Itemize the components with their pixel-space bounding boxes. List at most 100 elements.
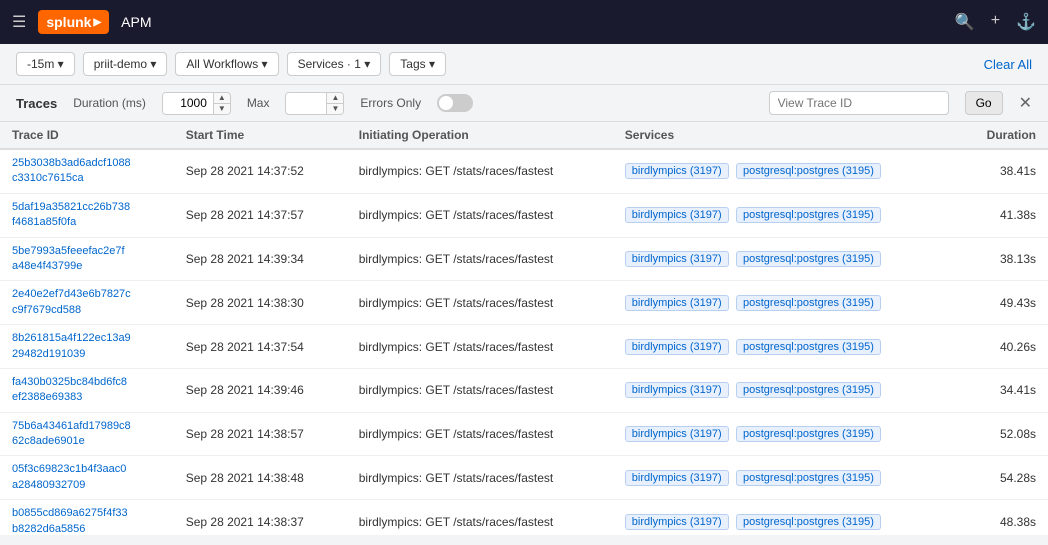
max-label: Max	[247, 96, 270, 110]
trace-id-cell: 8b261815a4f122ec13a929482d191039	[0, 325, 174, 369]
trace-id-link[interactable]: 2e40e2ef7d43e6b7827cc9f7679cd588	[12, 287, 162, 318]
start-time-cell: Sep 28 2021 14:37:57	[174, 193, 347, 237]
service-badge-1: birdlympics (3197)	[625, 163, 729, 179]
duration-cell: 49.43s	[959, 281, 1048, 325]
duration-cell: 38.13s	[959, 237, 1048, 281]
search-icon[interactable]: 🔍	[955, 12, 975, 32]
table-row: 05f3c69823c1b4f3aac0a28480932709 Sep 28 …	[0, 456, 1048, 500]
start-time-cell: Sep 28 2021 14:39:46	[174, 368, 347, 412]
service-badge-1: birdlympics (3197)	[625, 251, 729, 267]
max-spinners: ▲ ▼	[326, 93, 343, 114]
environment-filter[interactable]: priit-demo ▾	[83, 52, 168, 76]
table-row: 5be7993a5feeefac2e7fa48e4f43799e Sep 28 …	[0, 237, 1048, 281]
services-filter[interactable]: Services · 1 ▾	[287, 52, 382, 76]
start-time-cell: Sep 28 2021 14:38:37	[174, 500, 347, 535]
trace-id-link[interactable]: 8b261815a4f122ec13a929482d191039	[12, 331, 162, 362]
trace-id-link[interactable]: 5daf19a35821cc26b738f4681a85f0fa	[12, 200, 162, 231]
trace-id-cell: fa430b0325bc84bd6fc8ef2388e69383	[0, 368, 174, 412]
services-cell: birdlympics (3197) postgresql:postgres (…	[613, 500, 959, 535]
table-body: 25b3038b3ad6adcf1088c3310c7615ca Sep 28 …	[0, 149, 1048, 535]
duration-cell: 34.41s	[959, 368, 1048, 412]
table-row: b0855cd869a6275f4f33b8282d6a5856 Sep 28 …	[0, 500, 1048, 535]
splunk-logo: splunk ▶	[38, 10, 109, 34]
col-start-time: Start Time	[174, 122, 347, 149]
col-duration: Duration	[959, 122, 1048, 149]
duration-cell: 41.38s	[959, 193, 1048, 237]
time-range-label: -15m ▾	[27, 57, 64, 71]
service-badge-1: birdlympics (3197)	[625, 514, 729, 530]
col-trace-id: Trace ID	[0, 122, 174, 149]
logo-text: splunk	[46, 14, 91, 30]
service-badge-1: birdlympics (3197)	[625, 426, 729, 442]
traces-table: Trace ID Start Time Initiating Operation…	[0, 122, 1048, 535]
traces-label: Traces	[16, 96, 57, 111]
tags-filter[interactable]: Tags ▾	[389, 52, 446, 76]
duration-spin-down[interactable]: ▼	[214, 104, 230, 114]
trace-id-cell: 2e40e2ef7d43e6b7827cc9f7679cd588	[0, 281, 174, 325]
clear-all-button[interactable]: Clear All	[984, 57, 1032, 72]
duration-cell: 54.28s	[959, 456, 1048, 500]
trace-id-link[interactable]: b0855cd869a6275f4f33b8282d6a5856	[12, 506, 162, 535]
max-spin-up[interactable]: ▲	[327, 93, 343, 104]
services-cell: birdlympics (3197) postgresql:postgres (…	[613, 325, 959, 369]
duration-spinners: ▲ ▼	[213, 93, 230, 114]
duration-spin-up[interactable]: ▲	[214, 93, 230, 104]
trace-id-link[interactable]: 5be7993a5feeefac2e7fa48e4f43799e	[12, 244, 162, 275]
close-button[interactable]: ✕	[1019, 93, 1032, 113]
service-badge-2: postgresql:postgres (3195)	[736, 470, 881, 486]
start-time-cell: Sep 28 2021 14:37:54	[174, 325, 347, 369]
table-row: 75b6a43461afd17989c862c8ade6901e Sep 28 …	[0, 412, 1048, 456]
workflow-filter[interactable]: All Workflows ▾	[175, 52, 278, 76]
bookmark-icon[interactable]: ⚓	[1016, 12, 1036, 32]
operation-cell: birdlympics: GET /stats/races/fastest	[347, 500, 613, 535]
toggle-knob	[439, 96, 453, 110]
tags-label: Tags ▾	[400, 57, 435, 71]
start-time-cell: Sep 28 2021 14:38:57	[174, 412, 347, 456]
workflow-label: All Workflows ▾	[186, 57, 267, 71]
trace-id-link[interactable]: 25b3038b3ad6adcf1088c3310c7615ca	[12, 156, 162, 187]
top-nav: ☰ splunk ▶ APM 🔍 + ⚓	[0, 0, 1048, 44]
go-button[interactable]: Go	[965, 91, 1003, 115]
service-badge-1: birdlympics (3197)	[625, 382, 729, 398]
traces-toolbar: Traces Duration (ms) ▲ ▼ Max ▲ ▼ Errors …	[0, 85, 1048, 122]
table-row: 2e40e2ef7d43e6b7827cc9f7679cd588 Sep 28 …	[0, 281, 1048, 325]
table-row: fa430b0325bc84bd6fc8ef2388e69383 Sep 28 …	[0, 368, 1048, 412]
logo-arrow: ▶	[93, 17, 101, 28]
operation-cell: birdlympics: GET /stats/races/fastest	[347, 456, 613, 500]
filter-bar: -15m ▾ priit-demo ▾ All Workflows ▾ Serv…	[0, 44, 1048, 85]
trace-id-cell: 25b3038b3ad6adcf1088c3310c7615ca	[0, 149, 174, 193]
services-cell: birdlympics (3197) postgresql:postgres (…	[613, 368, 959, 412]
hamburger-icon[interactable]: ☰	[12, 12, 26, 32]
add-icon[interactable]: +	[991, 12, 1000, 32]
services-cell: birdlympics (3197) postgresql:postgres (…	[613, 237, 959, 281]
operation-cell: birdlympics: GET /stats/races/fastest	[347, 237, 613, 281]
start-time-cell: Sep 28 2021 14:37:52	[174, 149, 347, 193]
duration-cell: 52.08s	[959, 412, 1048, 456]
service-badge-2: postgresql:postgres (3195)	[736, 295, 881, 311]
col-services: Services	[613, 122, 959, 149]
services-cell: birdlympics (3197) postgresql:postgres (…	[613, 281, 959, 325]
services-cell: birdlympics (3197) postgresql:postgres (…	[613, 412, 959, 456]
environment-label: priit-demo ▾	[94, 57, 157, 71]
start-time-cell: Sep 28 2021 14:38:30	[174, 281, 347, 325]
duration-input[interactable]	[163, 93, 213, 113]
trace-id-link[interactable]: 05f3c69823c1b4f3aac0a28480932709	[12, 462, 162, 493]
errors-only-label: Errors Only	[360, 96, 421, 110]
start-time-cell: Sep 28 2021 14:39:34	[174, 237, 347, 281]
time-range-filter[interactable]: -15m ▾	[16, 52, 75, 76]
nav-icons: 🔍 + ⚓	[955, 12, 1036, 32]
trace-id-link[interactable]: fa430b0325bc84bd6fc8ef2388e69383	[12, 375, 162, 406]
errors-only-toggle[interactable]	[437, 94, 473, 112]
service-badge-1: birdlympics (3197)	[625, 339, 729, 355]
service-badge-2: postgresql:postgres (3195)	[736, 251, 881, 267]
operation-cell: birdlympics: GET /stats/races/fastest	[347, 368, 613, 412]
max-spin-down[interactable]: ▼	[327, 104, 343, 114]
trace-id-link[interactable]: 75b6a43461afd17989c862c8ade6901e	[12, 419, 162, 450]
service-badge-1: birdlympics (3197)	[625, 295, 729, 311]
service-badge-2: postgresql:postgres (3195)	[736, 163, 881, 179]
max-input[interactable]	[286, 93, 326, 113]
view-trace-input[interactable]	[769, 91, 949, 115]
trace-id-cell: 05f3c69823c1b4f3aac0a28480932709	[0, 456, 174, 500]
traces-table-container: Trace ID Start Time Initiating Operation…	[0, 122, 1048, 535]
operation-cell: birdlympics: GET /stats/races/fastest	[347, 149, 613, 193]
